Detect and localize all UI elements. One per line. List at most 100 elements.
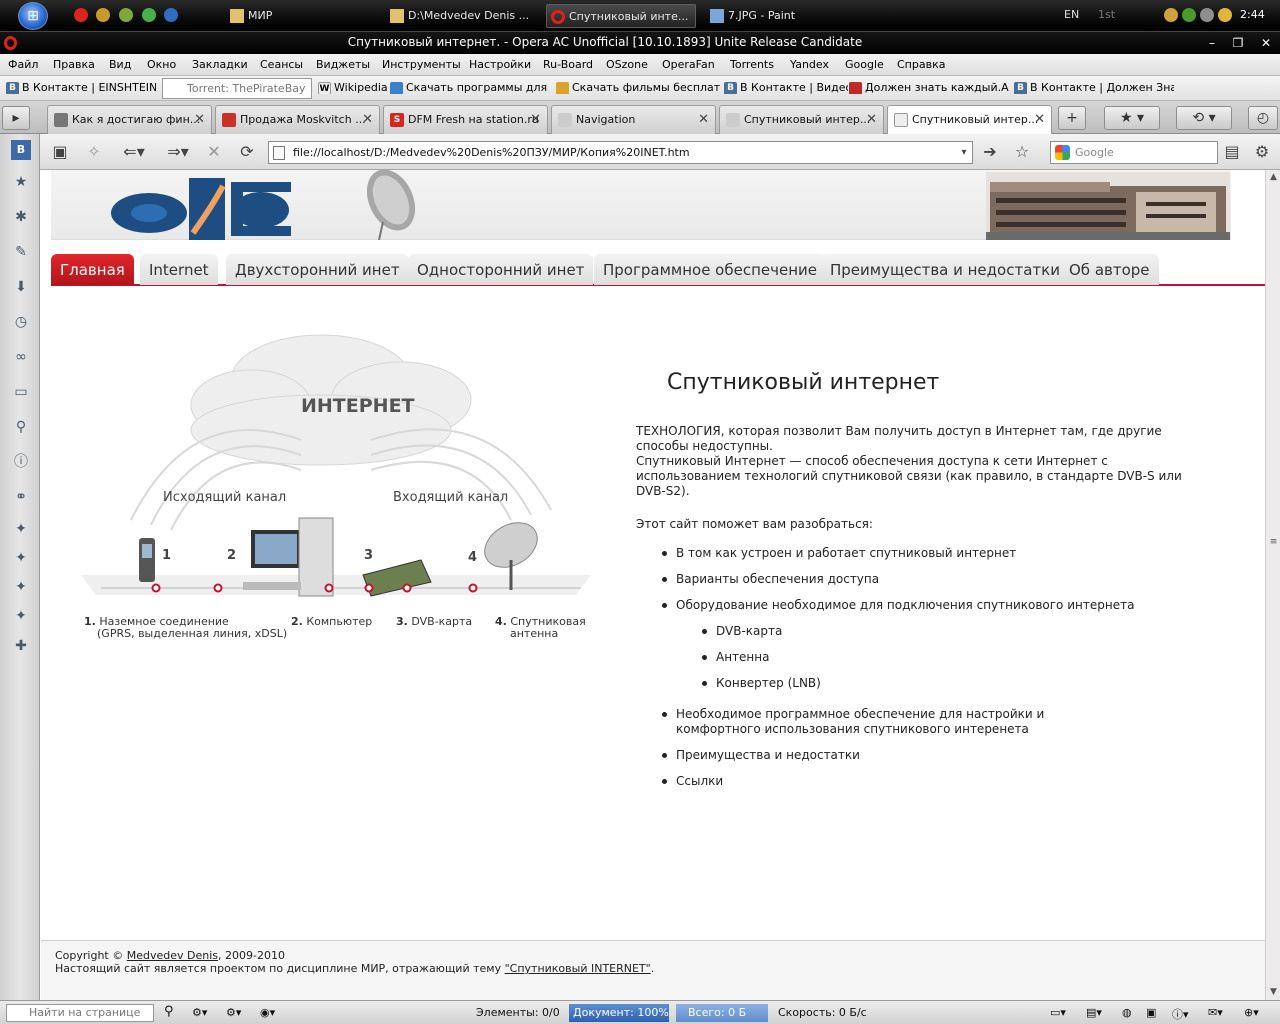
panel-toggle-icon[interactable]: ▸ (2, 106, 30, 130)
close-icon[interactable]: ✕ (1034, 112, 1045, 127)
back-button[interactable]: ⇐▾ (116, 140, 152, 164)
minimize-icon[interactable]: – (1202, 34, 1222, 52)
downloads-panel-icon[interactable]: ⬇ (11, 277, 31, 297)
turbo-icon[interactable]: ⚙▾ (226, 1006, 241, 1019)
notes-panel-icon[interactable]: ✎ (11, 242, 31, 262)
quicklaunch-icon[interactable] (142, 8, 156, 22)
bookmark-star-icon[interactable]: ☆ (1010, 140, 1034, 164)
browser-tab[interactable]: Navigation ✕ (551, 105, 716, 134)
forward-button[interactable]: ⇒▾ (160, 140, 196, 164)
menu-edit[interactable]: Правка (53, 58, 95, 71)
scroll-up-icon[interactable]: ▲ (1266, 170, 1280, 185)
search-field[interactable]: Google (1050, 141, 1218, 164)
quicklaunch-icon[interactable] (96, 8, 110, 22)
task-mir[interactable]: МИР (226, 4, 376, 28)
search-icon[interactable]: ⚲ (164, 1004, 174, 1019)
close-icon[interactable]: ✕ (698, 112, 709, 127)
address-field[interactable]: file://localhost/D:/Medvedev%20Denis%20П… (268, 141, 973, 164)
menu-oszone[interactable]: OSzone (606, 58, 648, 71)
maximize-icon[interactable]: ❐ (1228, 34, 1248, 52)
start-button[interactable]: ⊞ (18, 2, 48, 30)
stop-button[interactable]: ✕ (202, 140, 226, 164)
browser-tab[interactable]: Спутниковый интер... ✕ (719, 105, 884, 134)
web-panel-icon[interactable]: ✦ (11, 577, 31, 597)
mail-icon[interactable]: ✉▾ (1208, 1006, 1223, 1019)
save-icon[interactable]: ▣ (48, 140, 72, 164)
menu-widgets[interactable]: Виджеты (316, 58, 370, 71)
settings-icon[interactable]: ⚙ (1250, 140, 1274, 164)
history-panel-icon[interactable]: ◷ (11, 312, 31, 332)
vk-panel-icon[interactable]: B (11, 140, 31, 160)
scroll-down-icon[interactable]: ▼ (1266, 985, 1280, 1000)
bookmark-item[interactable]: B В Контакте | Должен Зна... (1014, 81, 1174, 94)
web-panel-icon[interactable]: ✦ (11, 606, 31, 626)
browser-tab[interactable]: Как я достигаю фин... ✕ (47, 105, 212, 134)
menu-sessions[interactable]: Сеансы (260, 58, 303, 71)
zoom-icon[interactable]: ⊕▾ (1244, 1006, 1259, 1019)
close-icon[interactable]: ✕ (866, 112, 877, 127)
quicklaunch-icon[interactable] (119, 8, 133, 22)
globe-icon[interactable]: ◍ (1122, 1006, 1132, 1019)
opera-quicklaunch-icon[interactable] (74, 8, 88, 22)
close-icon[interactable]: ✕ (530, 112, 541, 127)
wand-icon[interactable]: ✧ (82, 140, 106, 164)
nav-tab-software[interactable]: Программное обеспечение (594, 254, 826, 285)
bookmark-item[interactable]: W Wikipedia (318, 81, 388, 94)
browser-tab-active[interactable]: Спутниковый интер... ✕ (887, 105, 1052, 135)
task-paint[interactable]: 7.JPG - Paint (706, 4, 856, 28)
notes-icon[interactable]: ▤▾ (1086, 1006, 1102, 1019)
language-indicator[interactable]: EN (1064, 8, 1079, 21)
task-explorer[interactable]: D:\Medvedev Denis ... (386, 4, 536, 28)
links-panel-icon[interactable]: ∞ (11, 347, 31, 367)
nav-tab-two-way[interactable]: Двухсторонний инет (226, 254, 409, 285)
quicklaunch-icon[interactable] (164, 8, 178, 22)
tray-icon[interactable] (1164, 8, 1178, 22)
web-panel-icon[interactable]: ✦ (11, 519, 31, 539)
nav-tab-home[interactable]: Главная (51, 254, 134, 285)
menu-torrents[interactable]: Torrents (730, 58, 774, 71)
web-panel-icon[interactable]: ✦ (11, 548, 31, 568)
windows-panel-icon[interactable]: ▭ (11, 382, 31, 402)
menu-view[interactable]: Вид (109, 58, 131, 71)
bookmarks-panel-icon[interactable]: ★ (11, 172, 31, 192)
closed-tabs-button[interactable]: ★ ▾ (1104, 106, 1160, 130)
bookmark-item[interactable]: Должен знать каждый.А... (849, 81, 1009, 94)
menu-window[interactable]: Окно (147, 58, 176, 71)
vertical-scrollbar[interactable]: ▲ ≡ ▼ (1265, 170, 1280, 1000)
add-panel-icon[interactable]: ✚ (11, 636, 31, 656)
go-button[interactable]: ➔ (978, 140, 1002, 164)
author-link[interactable]: Medvedev Denis (127, 949, 218, 962)
tab-menu-icon[interactable]: ◴ (1248, 106, 1278, 130)
bookmark-item[interactable]: B В Контакте | EINSHTEIN -) (6, 81, 156, 94)
close-icon[interactable]: ✕ (362, 112, 373, 127)
unite-icon[interactable]: ◉▾ (260, 1006, 275, 1019)
menu-settings[interactable]: Настройки (469, 58, 531, 71)
close-icon[interactable]: ✕ (194, 112, 205, 127)
task-opera[interactable]: Спутниковый инте... (546, 4, 696, 28)
panel-icon[interactable]: ▣ (1146, 1006, 1156, 1019)
clock[interactable]: 2:44 (1240, 8, 1265, 21)
nav-tab-about[interactable]: Об авторе (1060, 254, 1159, 285)
info-icon[interactable]: ⓘ▾ (1172, 1006, 1189, 1022)
info-panel-icon[interactable]: ⓘ (11, 452, 31, 472)
find-in-page-field[interactable]: Найти на странице (6, 1004, 154, 1022)
nav-tab-one-way[interactable]: Односторонний инет (408, 254, 594, 285)
menu-ruboard[interactable]: Ru-Board (543, 58, 593, 71)
reload-button[interactable]: ⟳ (235, 140, 259, 164)
address-dropdown-icon[interactable]: ▾ (952, 141, 976, 165)
view-toggle-icon[interactable]: ▭▾ (1050, 1006, 1066, 1019)
topic-link[interactable]: "Спутниковый INTERNET" (505, 962, 651, 975)
bookmark-item[interactable]: Скачать фильмы бесплат... (556, 81, 721, 94)
browser-tab[interactable]: Продажа Moskvitch ... ✕ (215, 105, 380, 134)
tray-icon[interactable] (1182, 8, 1196, 22)
search-panel-icon[interactable]: ⚲ (11, 417, 31, 437)
nav-tab-pros-cons[interactable]: Преимущества и недостатки (821, 254, 1069, 285)
menu-yandex[interactable]: Yandex (790, 58, 829, 71)
menu-tools[interactable]: Инструменты (382, 58, 461, 71)
close-icon[interactable]: ✕ (1256, 34, 1276, 52)
unite-panel-icon[interactable]: ⚭ (11, 487, 31, 507)
menu-operafan[interactable]: OperaFan (662, 58, 715, 71)
trash-button[interactable]: ⟲ ▾ (1176, 106, 1232, 130)
panel-toggle-icon[interactable]: ▤ (1220, 140, 1244, 164)
scroll-grip-icon[interactable]: ≡ (1266, 535, 1280, 550)
